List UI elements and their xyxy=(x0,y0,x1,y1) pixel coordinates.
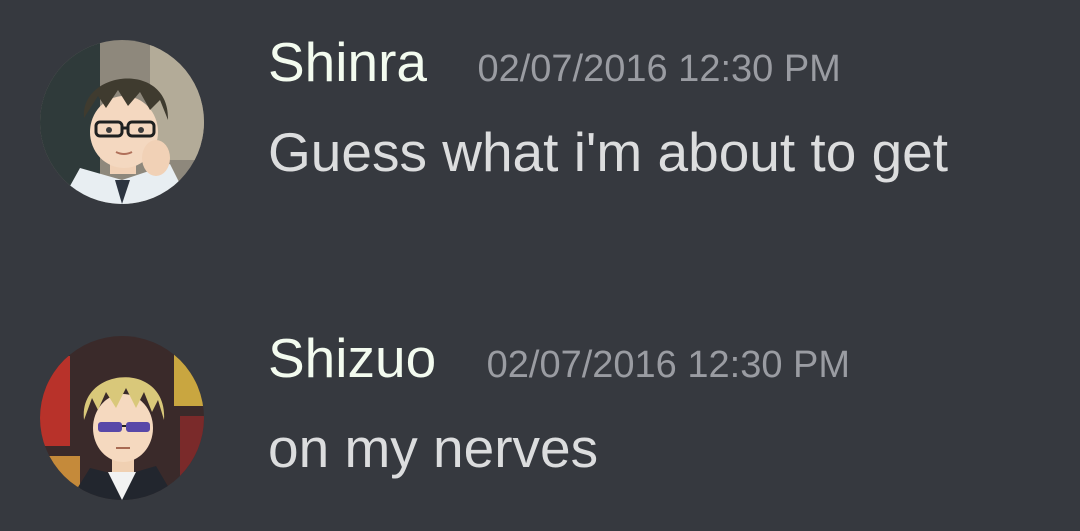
username[interactable]: Shinra xyxy=(268,30,427,94)
message-header: Shizuo 02/07/2016 12:30 PM xyxy=(268,326,850,396)
user-avatar-icon[interactable] xyxy=(40,40,204,204)
timestamp: 02/07/2016 12:30 PM xyxy=(486,344,851,386)
user-avatar-icon[interactable] xyxy=(40,336,204,500)
message-text: Guess what i'm about to get xyxy=(268,121,949,183)
username[interactable]: Shizuo xyxy=(268,326,436,390)
chat-message-list: Shinra 02/07/2016 12:30 PM Guess what i'… xyxy=(0,0,1080,531)
message-text: on my nerves xyxy=(268,417,599,479)
message-header: Shinra 02/07/2016 12:30 PM xyxy=(268,30,841,100)
timestamp: 02/07/2016 12:30 PM xyxy=(477,48,841,90)
